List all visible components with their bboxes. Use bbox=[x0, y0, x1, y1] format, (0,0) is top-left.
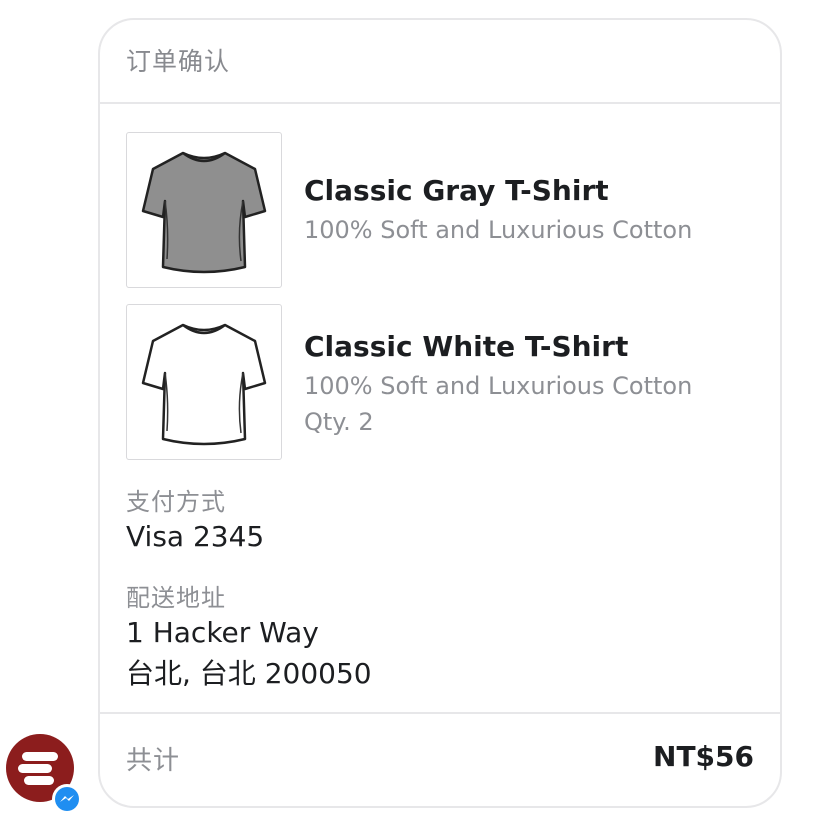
shipping-address-line1: 1 Hacker Way bbox=[126, 616, 319, 649]
shipping-address-line2: 台北, 台北 200050 bbox=[126, 657, 372, 690]
item-description: 100% Soft and Luxurious Cotton bbox=[304, 216, 693, 244]
avatar-stripe bbox=[24, 776, 54, 785]
avatar-stripe bbox=[18, 764, 52, 773]
total-value: NT$56 bbox=[653, 740, 754, 773]
total-label: 共计 bbox=[126, 746, 181, 776]
payment-method-value: Visa 2345 bbox=[126, 520, 265, 553]
receipt-header: 订单确认 bbox=[100, 20, 780, 104]
receipt-card[interactable]: 订单确认 Classic Gray T-Shirt 100% Soft and … bbox=[98, 18, 782, 808]
item-quantity: Qty. 2 bbox=[304, 408, 374, 436]
avatar-stripe bbox=[22, 752, 58, 761]
item-title: Classic White T-Shirt bbox=[304, 330, 629, 363]
receipt-footer: 共计 NT$56 bbox=[100, 712, 780, 806]
messenger-badge-icon bbox=[52, 784, 82, 814]
gray-tshirt-image bbox=[126, 132, 282, 288]
item-description: 100% Soft and Luxurious Cotton bbox=[304, 372, 693, 400]
shipping-address-label: 配送地址 bbox=[126, 584, 226, 612]
order-item: Classic Gray T-Shirt 100% Soft and Luxur… bbox=[126, 132, 756, 290]
order-item: Classic White T-Shirt 100% Soft and Luxu… bbox=[126, 304, 756, 462]
messenger-badge-fill bbox=[55, 787, 79, 811]
white-tshirt-image bbox=[126, 304, 282, 460]
receipt-title: 订单确认 bbox=[126, 47, 231, 76]
payment-method-label: 支付方式 bbox=[126, 488, 226, 516]
item-title: Classic Gray T-Shirt bbox=[304, 174, 609, 207]
